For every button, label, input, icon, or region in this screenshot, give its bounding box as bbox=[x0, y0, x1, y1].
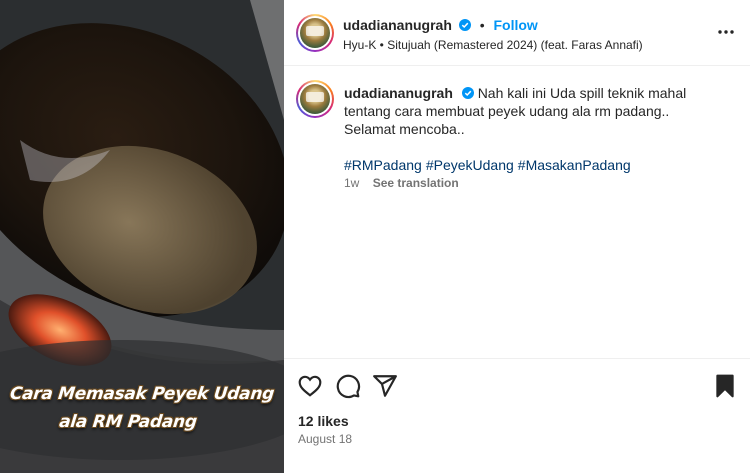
separator-dot: • bbox=[479, 17, 485, 33]
post-date[interactable]: August 18 bbox=[298, 432, 352, 446]
hashtag-link[interactable]: #RMPadang bbox=[344, 157, 422, 173]
action-bar: 12 likes August 18 bbox=[284, 358, 750, 473]
share-paper-plane-icon[interactable] bbox=[372, 373, 398, 399]
caption: udadiananugrah Nah kali ini Uda spill te… bbox=[344, 84, 734, 174]
caption-username-link[interactable]: udadiananugrah bbox=[344, 85, 453, 101]
hashtag-link[interactable]: #MasakanPadang bbox=[518, 157, 631, 173]
save-bookmark-icon[interactable] bbox=[712, 373, 738, 399]
avatar[interactable] bbox=[296, 14, 334, 52]
comment-bubble-icon[interactable] bbox=[335, 373, 361, 399]
post-media[interactable]: Cara Memasak Peyek Udang ala RM Padang bbox=[0, 0, 284, 473]
header-user-line: udadiananugrah • Follow bbox=[343, 17, 538, 33]
audio-track-link[interactable]: Hyu-K • Situjuah (Remastered 2024) (feat… bbox=[343, 38, 643, 52]
post-header: udadiananugrah • Follow Hyu-K • Situjuah… bbox=[284, 0, 750, 66]
follow-button[interactable]: Follow bbox=[493, 17, 537, 33]
caption-avatar[interactable] bbox=[296, 80, 334, 118]
hashtag-link[interactable]: #PeyekUdang bbox=[426, 157, 514, 173]
post-age[interactable]: 1w bbox=[344, 176, 359, 190]
more-options-icon[interactable] bbox=[716, 22, 736, 42]
likes-count[interactable]: 12 likes bbox=[298, 413, 349, 429]
verified-badge-icon bbox=[461, 87, 474, 99]
post-details: udadiananugrah • Follow Hyu-K • Situjuah… bbox=[284, 0, 750, 473]
like-heart-icon[interactable] bbox=[297, 373, 323, 399]
verified-badge-icon bbox=[458, 19, 471, 31]
caption-meta: 1w See translation bbox=[344, 176, 459, 190]
video-caption-line-1: Cara Memasak Peyek Udang bbox=[8, 384, 276, 404]
video-caption-line-2: ala RM Padang bbox=[58, 412, 198, 432]
hashtags: #RMPadang #PeyekUdang #MasakanPadang bbox=[344, 156, 734, 174]
username-link[interactable]: udadiananugrah bbox=[343, 17, 452, 33]
see-translation-button[interactable]: See translation bbox=[373, 176, 459, 190]
